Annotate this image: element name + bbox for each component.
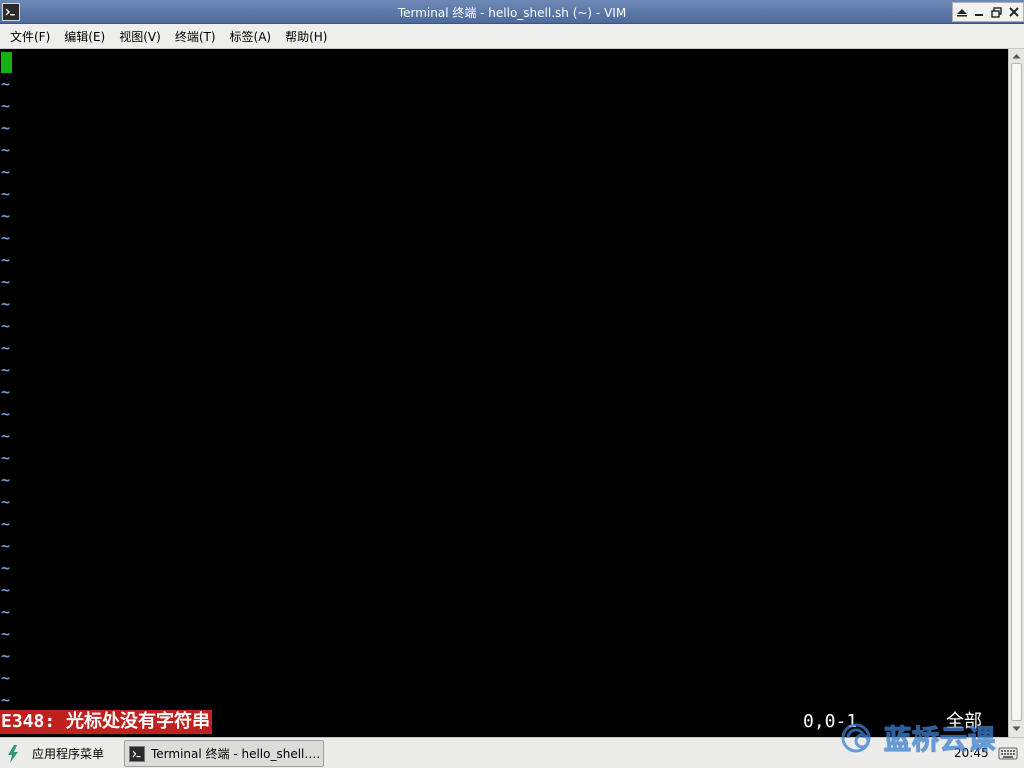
applications-menu-button[interactable]: 应用程序菜单 <box>4 741 104 766</box>
lanqiao-watermark-logo: 蓝桥云课 <box>838 720 1023 756</box>
vim-empty-line-marker: ~ <box>1 581 11 599</box>
vim-empty-line-marker: ~ <box>1 207 11 225</box>
vim-empty-line-marker: ~ <box>1 229 11 247</box>
terminal-icon <box>129 745 145 762</box>
vim-empty-line-marker: ~ <box>1 97 11 115</box>
shade-icon <box>956 9 967 17</box>
menu-view[interactable]: 视图(V) <box>113 28 167 45</box>
vim-empty-line-marker: ~ <box>1 383 11 401</box>
vim-empty-line-marker: ~ <box>1 669 11 687</box>
vim-empty-line-marker: ~ <box>1 361 11 379</box>
scroll-up-arrow-icon[interactable] <box>1011 51 1022 61</box>
vim-empty-line-marker: ~ <box>1 471 11 489</box>
vim-empty-line-marker: ~ <box>1 493 11 511</box>
vim-empty-line-marker: ~ <box>1 317 11 335</box>
window-title: Terminal 终端 - hello_shell.sh (~) - VIM <box>397 6 627 20</box>
text-cursor <box>1 52 12 73</box>
vim-empty-line-marker: ~ <box>1 427 11 445</box>
vim-error-message: E348: 光标处没有字符串 <box>0 710 213 734</box>
vim-empty-line-marker: ~ <box>1 691 11 709</box>
vim-empty-line-marker: ~ <box>1 339 11 357</box>
menu-edit[interactable]: 编辑(E) <box>58 28 111 45</box>
vim-empty-line-marker: ~ <box>1 295 11 313</box>
vim-empty-line-marker: ~ <box>1 273 11 291</box>
vertical-scrollbar[interactable] <box>1008 49 1024 737</box>
vim-empty-line-marker: ~ <box>1 625 11 643</box>
vim-empty-line-marker: ~ <box>1 449 11 467</box>
restore-icon <box>991 6 1002 18</box>
vim-empty-line-marker: ~ <box>1 515 11 533</box>
vim-empty-line-marker: ~ <box>1 75 11 93</box>
maximize-button[interactable] <box>990 5 1004 19</box>
window-controls <box>952 2 1024 22</box>
vim-empty-line-marker: ~ <box>1 603 11 621</box>
taskbar-window-button[interactable]: Terminal 终端 - hello_shell.… <box>124 740 324 767</box>
app-launcher-icon <box>4 744 22 763</box>
shade-button[interactable] <box>955 5 969 19</box>
applications-menu-label: 应用程序菜单 <box>32 747 105 761</box>
vim-empty-line-marker: ~ <box>1 163 11 181</box>
menu-help[interactable]: 帮助(H) <box>279 28 333 45</box>
minimize-icon <box>975 14 984 16</box>
vim-empty-line-marker: ~ <box>1 647 11 665</box>
vim-empty-lines: ~ ~ ~ ~ ~ ~ ~ ~ ~ ~ ~ ~ ~ ~ ~ ~ ~ ~ ~ ~ ~ ~ ~ ~ ~ ~ ~ ~ ~ <box>1 73 10 711</box>
close-button[interactable] <box>1007 5 1021 19</box>
svg-text:蓝桥云课: 蓝桥云课 <box>884 725 996 756</box>
terminal-content[interactable]: ~ ~ ~ ~ ~ ~ ~ ~ ~ ~ ~ ~ ~ ~ ~ ~ ~ ~ ~ ~ ~ ~ ~ ~ ~ ~ ~ ~ ~ E348: 光标处没… <box>0 49 1008 737</box>
vim-empty-line-marker: ~ <box>1 405 11 423</box>
menu-file[interactable]: 文件(F) <box>4 28 56 45</box>
vim-empty-line-marker: ~ <box>1 185 11 203</box>
menu-tabs[interactable]: 标签(A) <box>224 28 278 45</box>
vim-empty-line-marker: ~ <box>1 141 11 159</box>
close-icon <box>1009 7 1019 17</box>
taskbar-window-label: Terminal 终端 - hello_shell.… <box>151 747 321 761</box>
vim-empty-line-marker: ~ <box>1 537 11 555</box>
vim-empty-line-marker: ~ <box>1 119 11 137</box>
minimize-button[interactable] <box>972 5 986 19</box>
window-titlebar[interactable]: Terminal 终端 - hello_shell.sh (~) - VIM <box>0 0 1024 24</box>
vim-empty-line-marker: ~ <box>1 559 11 577</box>
vim-empty-line-marker: ~ <box>1 251 11 269</box>
scrollbar-thumb[interactable] <box>1011 63 1022 721</box>
menu-terminal[interactable]: 终端(T) <box>169 28 222 45</box>
menu-bar: 文件(F) 编辑(E) 视图(V) 终端(T) 标签(A) 帮助(H) <box>0 24 1024 49</box>
